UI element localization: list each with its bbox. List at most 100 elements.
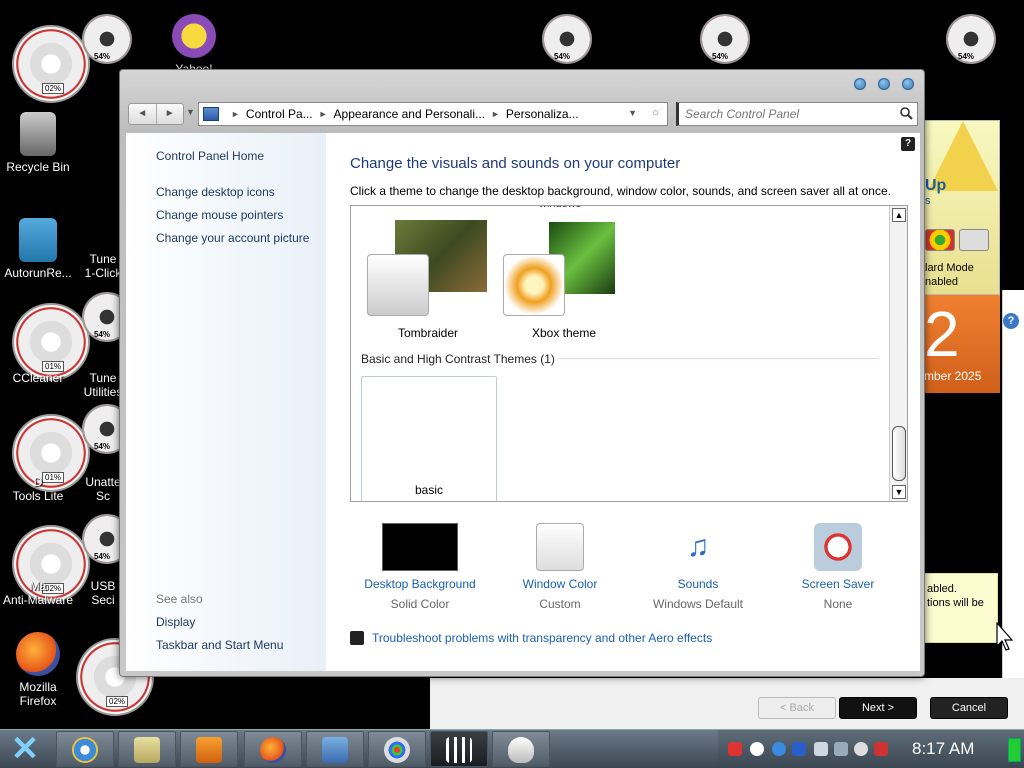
taskbar-start-menu-link[interactable]: Taskbar and Start Menu xyxy=(156,638,283,652)
security-shield-icon[interactable] xyxy=(728,742,742,756)
desktop-icon-label: Recycle Bin xyxy=(6,160,70,174)
mouse-icon xyxy=(508,737,534,763)
maximize-button[interactable] xyxy=(878,78,890,90)
desktop-background-setting[interactable]: Desktop Background Solid Color xyxy=(350,523,490,611)
taskbar-media-player[interactable] xyxy=(180,731,238,767)
wizard-next-button[interactable]: Next > xyxy=(839,697,917,719)
troubleshoot-link[interactable]: Troubleshoot problems with transparency … xyxy=(350,631,712,645)
wizard-back-button[interactable]: < Back xyxy=(758,697,836,719)
taskbar-explorer[interactable] xyxy=(118,731,176,767)
start-button[interactable]: ✕ xyxy=(6,732,44,767)
screen-saver-setting[interactable]: Screen Saver None xyxy=(768,523,908,611)
calendar-month: mber 2025 xyxy=(924,369,982,383)
taskbar-paint[interactable] xyxy=(368,731,426,767)
autoruns-icon xyxy=(19,218,57,262)
window-color-setting[interactable]: Window Color Custom xyxy=(490,523,630,611)
display-link[interactable]: Display xyxy=(156,615,195,629)
volume-muted-icon[interactable] xyxy=(874,742,888,756)
gauge-percent: 54% xyxy=(94,552,111,561)
desktop-icon-firefox[interactable]: Mozilla Firefox xyxy=(0,632,76,708)
breadcrumb-separator[interactable]: ► xyxy=(319,109,328,119)
info-icon[interactable] xyxy=(772,742,786,756)
theme-color-swatch xyxy=(503,254,565,316)
back-button[interactable]: ◄ xyxy=(129,104,157,124)
desktop-icon-tools-lite[interactable]: D Tools Lite xyxy=(0,475,76,503)
search-input[interactable] xyxy=(685,104,895,124)
breadcrumb-personalization[interactable]: Personaliza... xyxy=(506,107,579,121)
desktop-background-preview xyxy=(382,523,458,571)
theme-name: Tombraider xyxy=(397,326,459,340)
help-info-icon[interactable]: ? xyxy=(1003,313,1019,329)
taskbar-mixer[interactable] xyxy=(430,731,488,767)
setting-value: None xyxy=(823,597,853,611)
bluetooth-icon[interactable] xyxy=(792,742,806,756)
setting-label[interactable]: Screen Saver xyxy=(768,577,908,591)
wizard-cancel-button[interactable]: Cancel xyxy=(930,697,1008,719)
forward-button[interactable]: ► xyxy=(157,104,184,124)
setting-label[interactable]: Desktop Background xyxy=(350,577,490,591)
breadcrumb-appearance[interactable]: Appearance and Personali... xyxy=(334,107,485,121)
close-button[interactable] xyxy=(902,78,914,90)
breadcrumb-control-panel[interactable]: Control Pa... xyxy=(246,107,313,121)
search-icon[interactable] xyxy=(899,106,913,120)
desktop-icon-label: D xyxy=(33,475,43,489)
partial-section-label: windows xyxy=(539,206,581,210)
gadget-mode-text: lard Mode nabled xyxy=(925,261,974,289)
battery-icon[interactable] xyxy=(1008,738,1021,762)
setting-label[interactable]: Window Color xyxy=(490,577,630,591)
nav-buttons: ◄ ► xyxy=(128,103,184,125)
change-account-picture-link[interactable]: Change your account picture xyxy=(156,231,309,245)
breadcrumb-separator[interactable]: ► xyxy=(231,109,240,119)
refresh-icon[interactable]: ○ xyxy=(652,107,659,119)
desktop-icon-ccleaner[interactable]: CCleaner xyxy=(0,371,76,385)
minimize-button[interactable] xyxy=(854,78,866,90)
setting-label[interactable]: Sounds xyxy=(628,577,768,591)
desktop-icon-autorunre[interactable]: AutorunRe... xyxy=(0,218,76,280)
desktop-icon-label: Tune xyxy=(89,252,117,266)
control-panel-home-link[interactable]: Control Panel Home xyxy=(156,149,264,163)
page-subtitle: Click a theme to change the desktop back… xyxy=(350,184,891,198)
desktop-icon-yahoo[interactable]: Yahoo! xyxy=(156,14,232,76)
taskbar-mouse[interactable] xyxy=(492,731,550,767)
desktop-icon-label: 1-Click xyxy=(84,266,122,280)
help-button[interactable]: ? xyxy=(901,137,915,151)
network-icon[interactable] xyxy=(814,742,828,756)
theme-list-scrollbar[interactable]: ▲ ▼ xyxy=(889,206,907,501)
chrome-icon[interactable] xyxy=(925,229,955,251)
desktop-icon-anti-malware[interactable]: Ma Anti-Malware xyxy=(0,579,76,607)
cpu-gauge-gadget: 01% xyxy=(12,303,90,381)
desktop-icon-recycle-bin[interactable]: Recycle Bin xyxy=(0,112,76,174)
monitor-icon[interactable] xyxy=(834,742,848,756)
taskbar-clock[interactable]: 8:17 AM xyxy=(912,739,974,759)
mem-gauge-gadget: 54% xyxy=(700,14,750,64)
recent-pages-dropdown[interactable]: ▼ xyxy=(186,107,195,117)
desktop-icon-label: Anti-Malware xyxy=(2,593,74,607)
troubleshoot-text[interactable]: Troubleshoot problems with transparency … xyxy=(372,631,712,645)
info-notice: abled. tions will be xyxy=(924,573,998,643)
change-desktop-icons-link[interactable]: Change desktop icons xyxy=(156,185,275,199)
breadcrumb-separator[interactable]: ► xyxy=(491,109,500,119)
taskbar-firefox[interactable] xyxy=(244,731,302,767)
taskbar-control-panel[interactable] xyxy=(306,731,364,767)
theme-basic[interactable]: basic xyxy=(361,376,497,501)
recycle-bin-icon xyxy=(20,112,56,156)
taskbar-ie[interactable] xyxy=(56,731,114,767)
gadget-mode-line1: lard Mode xyxy=(925,262,974,274)
folder-icon xyxy=(134,737,160,763)
yahoo-messenger-icon xyxy=(172,14,216,58)
desktop-icon-label: Mozilla xyxy=(19,680,57,694)
user-icon[interactable] xyxy=(854,742,868,756)
gadget-mode-line2: nabled xyxy=(925,276,959,288)
breadcrumb[interactable]: ► Control Pa... ► Appearance and Persona… xyxy=(198,102,668,126)
scroll-thumb[interactable] xyxy=(892,426,906,481)
camera-icon[interactable] xyxy=(959,229,989,251)
section-divider xyxy=(559,358,879,359)
chat-bubble-icon[interactable] xyxy=(750,742,764,756)
sounds-setting[interactable]: ♫ Sounds Windows Default xyxy=(628,523,768,611)
gauge-percent: 54% xyxy=(94,52,111,61)
scroll-up-arrow[interactable]: ▲ xyxy=(892,208,906,222)
window-controls xyxy=(854,78,914,90)
address-dropdown[interactable]: ▼ xyxy=(628,108,637,118)
scroll-down-arrow[interactable]: ▼ xyxy=(892,485,906,499)
change-mouse-pointers-link[interactable]: Change mouse pointers xyxy=(156,208,283,222)
